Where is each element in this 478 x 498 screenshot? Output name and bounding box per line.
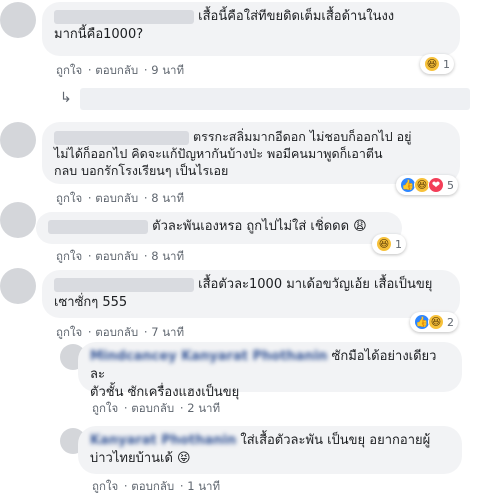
comment-bubble: ตัวละพันเองหรอ ถูกไปไม่ใส่ เชิ่ดดด 😩	[36, 212, 402, 244]
reply-link[interactable]: ตอบกลับ	[95, 191, 138, 205]
comment-text: ใส่เสื้อตัวละพัน เป็นขยุ อยากอายผู้	[240, 433, 431, 448]
author-name[interactable]: Kanyarat Phothanin	[90, 433, 236, 448]
reply-link[interactable]: ตอบกลับ	[131, 479, 174, 493]
comment-text: เซาซั่กๆ 555	[54, 295, 128, 310]
comment-text: มากนี้คือ1000?	[54, 27, 144, 42]
comment-text: เสื้อตัวละ1000 มาเด้อขวัญเอ้ย เสื้อเป็นข…	[198, 277, 433, 292]
reactions-summary[interactable]: 😆 1	[372, 234, 406, 254]
like-link[interactable]: ถูกใจ	[56, 63, 82, 77]
author-name[interactable]: Mindcancey Kanyarat Phothanin	[90, 349, 327, 364]
comment-actions: ถูกใจ · ตอบกลับ · 1 นาที	[92, 479, 221, 493]
haha-icon: 😆	[376, 236, 392, 252]
comment-actions: ถูกใจ · ตอบกลับ · 8 นาที	[56, 249, 185, 263]
haha-icon: 😆	[428, 314, 444, 330]
reactions-summary[interactable]: 👍 😆 2	[410, 312, 458, 332]
reaction-count: 5	[447, 178, 454, 192]
avatar[interactable]	[0, 2, 36, 38]
comment-text: ไม่ได้ก็ออกไป คิดจะแก้ปัญหากันบ้างป่ะ พอ…	[54, 146, 383, 161]
like-link[interactable]: ถูกใจ	[56, 191, 82, 205]
like-link[interactable]: ถูกใจ	[56, 249, 82, 263]
avatar[interactable]	[0, 268, 36, 304]
timestamp[interactable]: 9 นาที	[151, 63, 184, 77]
timestamp[interactable]: 1 นาที	[187, 479, 220, 493]
like-link[interactable]: ถูกใจ	[56, 325, 82, 339]
view-replies-link[interactable]	[80, 88, 470, 110]
comment-text: กลบ บอกรักโรงเรียนๆ เป็นไรเอย	[54, 163, 229, 178]
haha-icon: 😆	[424, 56, 440, 72]
love-icon: ❤	[428, 177, 444, 193]
comment-text: บ่าวไทยบ้านเด้ 😝	[90, 451, 191, 466]
comment-bubble: เสื้อนี้คือใส่ทีขยดิดเต็มเสื้อด้านในงง ม…	[42, 2, 460, 56]
comment-text: ตัวละพันเองหรอ ถูกไปไม่ใส่ เชิ่ดดด 😩	[152, 219, 367, 234]
reply-link[interactable]: ตอบกลับ	[95, 325, 138, 339]
comment-actions: ถูกใจ · ตอบกลับ · 2 นาที	[92, 401, 221, 415]
author-name[interactable]	[54, 130, 189, 145]
reaction-count: 1	[395, 237, 402, 251]
author-name[interactable]	[48, 219, 148, 234]
reply-link[interactable]: ตอบกลับ	[95, 63, 138, 77]
reaction-count: 1	[443, 57, 450, 71]
reply-link[interactable]: ตอบกลับ	[131, 401, 174, 415]
comment-text: เสื้อนี้คือใส่ทีขยดิดเต็มเสื้อด้านในงง	[198, 9, 395, 24]
comment-bubble: Mindcancey Kanyarat Phothanin ซักมือได้อ…	[78, 342, 462, 400]
comment-bubble: ตรรกะสลิ่มมากอีดอก ไม่ชอบก็ออกไป อยู่ ไม…	[42, 122, 460, 184]
comment-actions: ถูกใจ · ตอบกลับ · 9 นาที	[56, 63, 185, 77]
like-link[interactable]: ถูกใจ	[92, 479, 118, 493]
timestamp[interactable]: 7 นาที	[151, 325, 184, 339]
like-link[interactable]: ถูกใจ	[92, 401, 118, 415]
comment-bubble: เสื้อตัวละ1000 มาเด้อขวัญเอ้ย เสื้อเป็นข…	[42, 270, 460, 318]
reactions-summary[interactable]: 😆 1	[420, 54, 454, 74]
reply-arrow-icon: ↳	[60, 90, 72, 106]
avatar[interactable]	[0, 202, 36, 238]
reactions-summary[interactable]: 👍 😆 ❤ 5	[396, 175, 458, 195]
reaction-count: 2	[447, 315, 454, 329]
timestamp[interactable]: 8 นาที	[151, 191, 184, 205]
comment-bubble: Kanyarat Phothanin ใส่เสื้อตัวละพัน เป็น…	[78, 426, 462, 474]
timestamp[interactable]: 2 นาที	[187, 401, 220, 415]
author-name[interactable]	[54, 9, 194, 24]
timestamp[interactable]: 8 นาที	[151, 249, 184, 263]
comment-actions: ถูกใจ · ตอบกลับ · 8 นาที	[56, 191, 185, 205]
author-name[interactable]	[54, 277, 194, 292]
reply-link[interactable]: ตอบกลับ	[95, 249, 138, 263]
comment-actions: ถูกใจ · ตอบกลับ · 7 นาที	[56, 325, 185, 339]
comment-text: ตรรกะสลิ่มมากอีดอก ไม่ชอบก็ออกไป อยู่	[192, 129, 412, 144]
avatar[interactable]	[0, 122, 36, 158]
